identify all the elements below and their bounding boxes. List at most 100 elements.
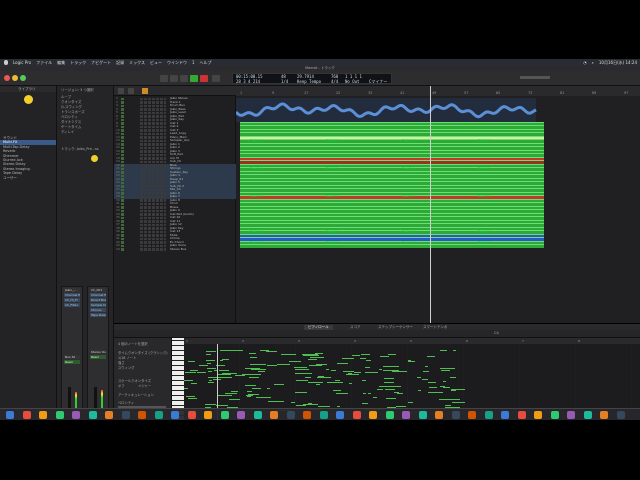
midi-note[interactable] — [252, 388, 261, 390]
output-slot[interactable]: Stereo Out — [90, 350, 106, 354]
zoom-icon[interactable] — [20, 75, 26, 81]
midi-note[interactable] — [337, 363, 348, 365]
midi-note[interactable] — [267, 388, 270, 390]
midi-note[interactable] — [199, 365, 208, 367]
midi-note[interactable] — [229, 399, 240, 401]
dock-app-icon[interactable] — [105, 411, 113, 419]
tab-piano-roll[interactable]: ピアノロール — [304, 324, 333, 330]
midi-note[interactable] — [327, 382, 343, 384]
midi-note[interactable] — [185, 372, 196, 374]
dock-app-icon[interactable] — [138, 411, 146, 419]
read-button[interactable]: Read — [64, 360, 80, 364]
plugin-slot[interactable]: Direct Box — [90, 298, 106, 302]
midi-note[interactable] — [326, 369, 329, 371]
midi-note[interactable] — [318, 377, 328, 379]
midi-note[interactable] — [206, 351, 216, 353]
menu-window[interactable]: ウインドウ — [167, 59, 187, 66]
midi-note[interactable] — [333, 390, 341, 392]
midi-note[interactable] — [336, 393, 348, 395]
apple-icon[interactable] — [4, 60, 8, 65]
midi-note[interactable] — [206, 360, 215, 362]
midi-note[interactable] — [452, 402, 465, 404]
midi-note[interactable] — [268, 401, 284, 403]
dock-app-icon[interactable] — [468, 411, 476, 419]
midi-note[interactable] — [247, 391, 252, 393]
midi-note[interactable] — [331, 370, 336, 372]
dock-app-icon[interactable] — [171, 411, 179, 419]
midi-note[interactable] — [250, 364, 266, 366]
strip1-name[interactable]: Jaiko_... — [64, 288, 80, 292]
region-header[interactable]: リージョン: 3 つ選択 — [61, 87, 94, 92]
midi-note[interactable] — [208, 382, 214, 384]
midi-note[interactable] — [308, 359, 317, 361]
midi-note[interactable] — [305, 377, 311, 379]
dock-app-icon[interactable] — [204, 411, 212, 419]
midi-note[interactable] — [258, 371, 265, 373]
lcd-display[interactable]: 00:15:00.15 28 3 4 214 48 1/4 29.7914 Ke… — [232, 73, 392, 84]
midi-note[interactable] — [296, 405, 306, 407]
midi-note[interactable] — [231, 391, 238, 393]
midi-note[interactable] — [377, 389, 383, 391]
midi-note[interactable] — [428, 392, 443, 394]
midi-note[interactable] — [363, 393, 366, 395]
minimize-icon[interactable] — [12, 75, 18, 81]
midi-note[interactable] — [441, 370, 450, 372]
instrument-icon[interactable] — [91, 155, 98, 162]
dock-app-icon[interactable] — [121, 411, 130, 419]
plugin-slot[interactable]: Channel EQ — [64, 293, 80, 297]
midi-note[interactable] — [184, 380, 193, 382]
dock-app-icon[interactable] — [336, 411, 344, 419]
midi-note[interactable] — [445, 405, 451, 407]
midi-note[interactable] — [440, 350, 447, 352]
midi-note[interactable] — [291, 402, 295, 404]
midi-note[interactable] — [342, 358, 354, 360]
dock-app-icon[interactable] — [567, 411, 575, 419]
midi-note[interactable] — [295, 392, 307, 394]
midi-note[interactable] — [352, 355, 360, 357]
midi-note[interactable] — [295, 369, 309, 371]
midi-note[interactable] — [362, 403, 368, 405]
dock-app-icon[interactable] — [22, 411, 31, 419]
menu-mix[interactable]: ミックス — [129, 59, 145, 66]
midi-note[interactable] — [281, 354, 296, 356]
midi-note[interactable] — [277, 364, 290, 366]
midi-note[interactable] — [422, 379, 428, 381]
swing-slider[interactable]: スウィング — [118, 365, 134, 370]
midi-note[interactable] — [384, 378, 394, 380]
dock-app-icon[interactable] — [402, 411, 410, 419]
strip2-name[interactable]: Ch_001 — [90, 288, 106, 292]
volume-fader[interactable] — [94, 387, 97, 409]
midi-note[interactable] — [428, 382, 436, 384]
midi-note[interactable] — [425, 366, 428, 368]
forward-button[interactable] — [170, 75, 178, 82]
midi-note[interactable] — [188, 361, 195, 363]
menu-edit[interactable]: 編集 — [57, 59, 65, 66]
midi-note[interactable] — [383, 366, 399, 368]
midi-note[interactable] — [308, 403, 312, 405]
dock-app-icon[interactable] — [501, 411, 509, 419]
midi-note[interactable] — [361, 354, 370, 356]
plugin-slot[interactable]: Tape Delay — [90, 313, 106, 317]
midi-note[interactable] — [362, 380, 366, 382]
stop-button[interactable] — [180, 75, 188, 82]
midi-note[interactable] — [443, 381, 446, 383]
midi-note[interactable] — [251, 374, 261, 376]
midi-note[interactable] — [219, 370, 229, 372]
menu-navigate[interactable]: ナビゲート — [91, 59, 111, 66]
dock-app-icon[interactable] — [451, 411, 460, 419]
midi-note[interactable] — [260, 350, 269, 352]
dock-app-icon[interactable] — [253, 411, 262, 419]
midi-note[interactable] — [222, 373, 237, 375]
playhead[interactable] — [430, 86, 431, 323]
menu-view[interactable]: ビュー — [150, 59, 162, 66]
midi-note[interactable] — [244, 374, 247, 376]
articulation-row[interactable]: アーティキュレーション — [118, 392, 154, 397]
midi-note[interactable] — [450, 377, 456, 379]
midi-note[interactable] — [349, 383, 352, 385]
dock-app-icon[interactable] — [154, 411, 163, 419]
wifi-icon[interactable]: ◔ — [583, 59, 587, 66]
dock-app-icon[interactable] — [369, 411, 377, 419]
midi-note[interactable] — [208, 377, 216, 379]
track-header[interactable]: トラック: Jaiko_Pre...ss — [61, 146, 99, 151]
midi-note[interactable] — [191, 383, 197, 385]
